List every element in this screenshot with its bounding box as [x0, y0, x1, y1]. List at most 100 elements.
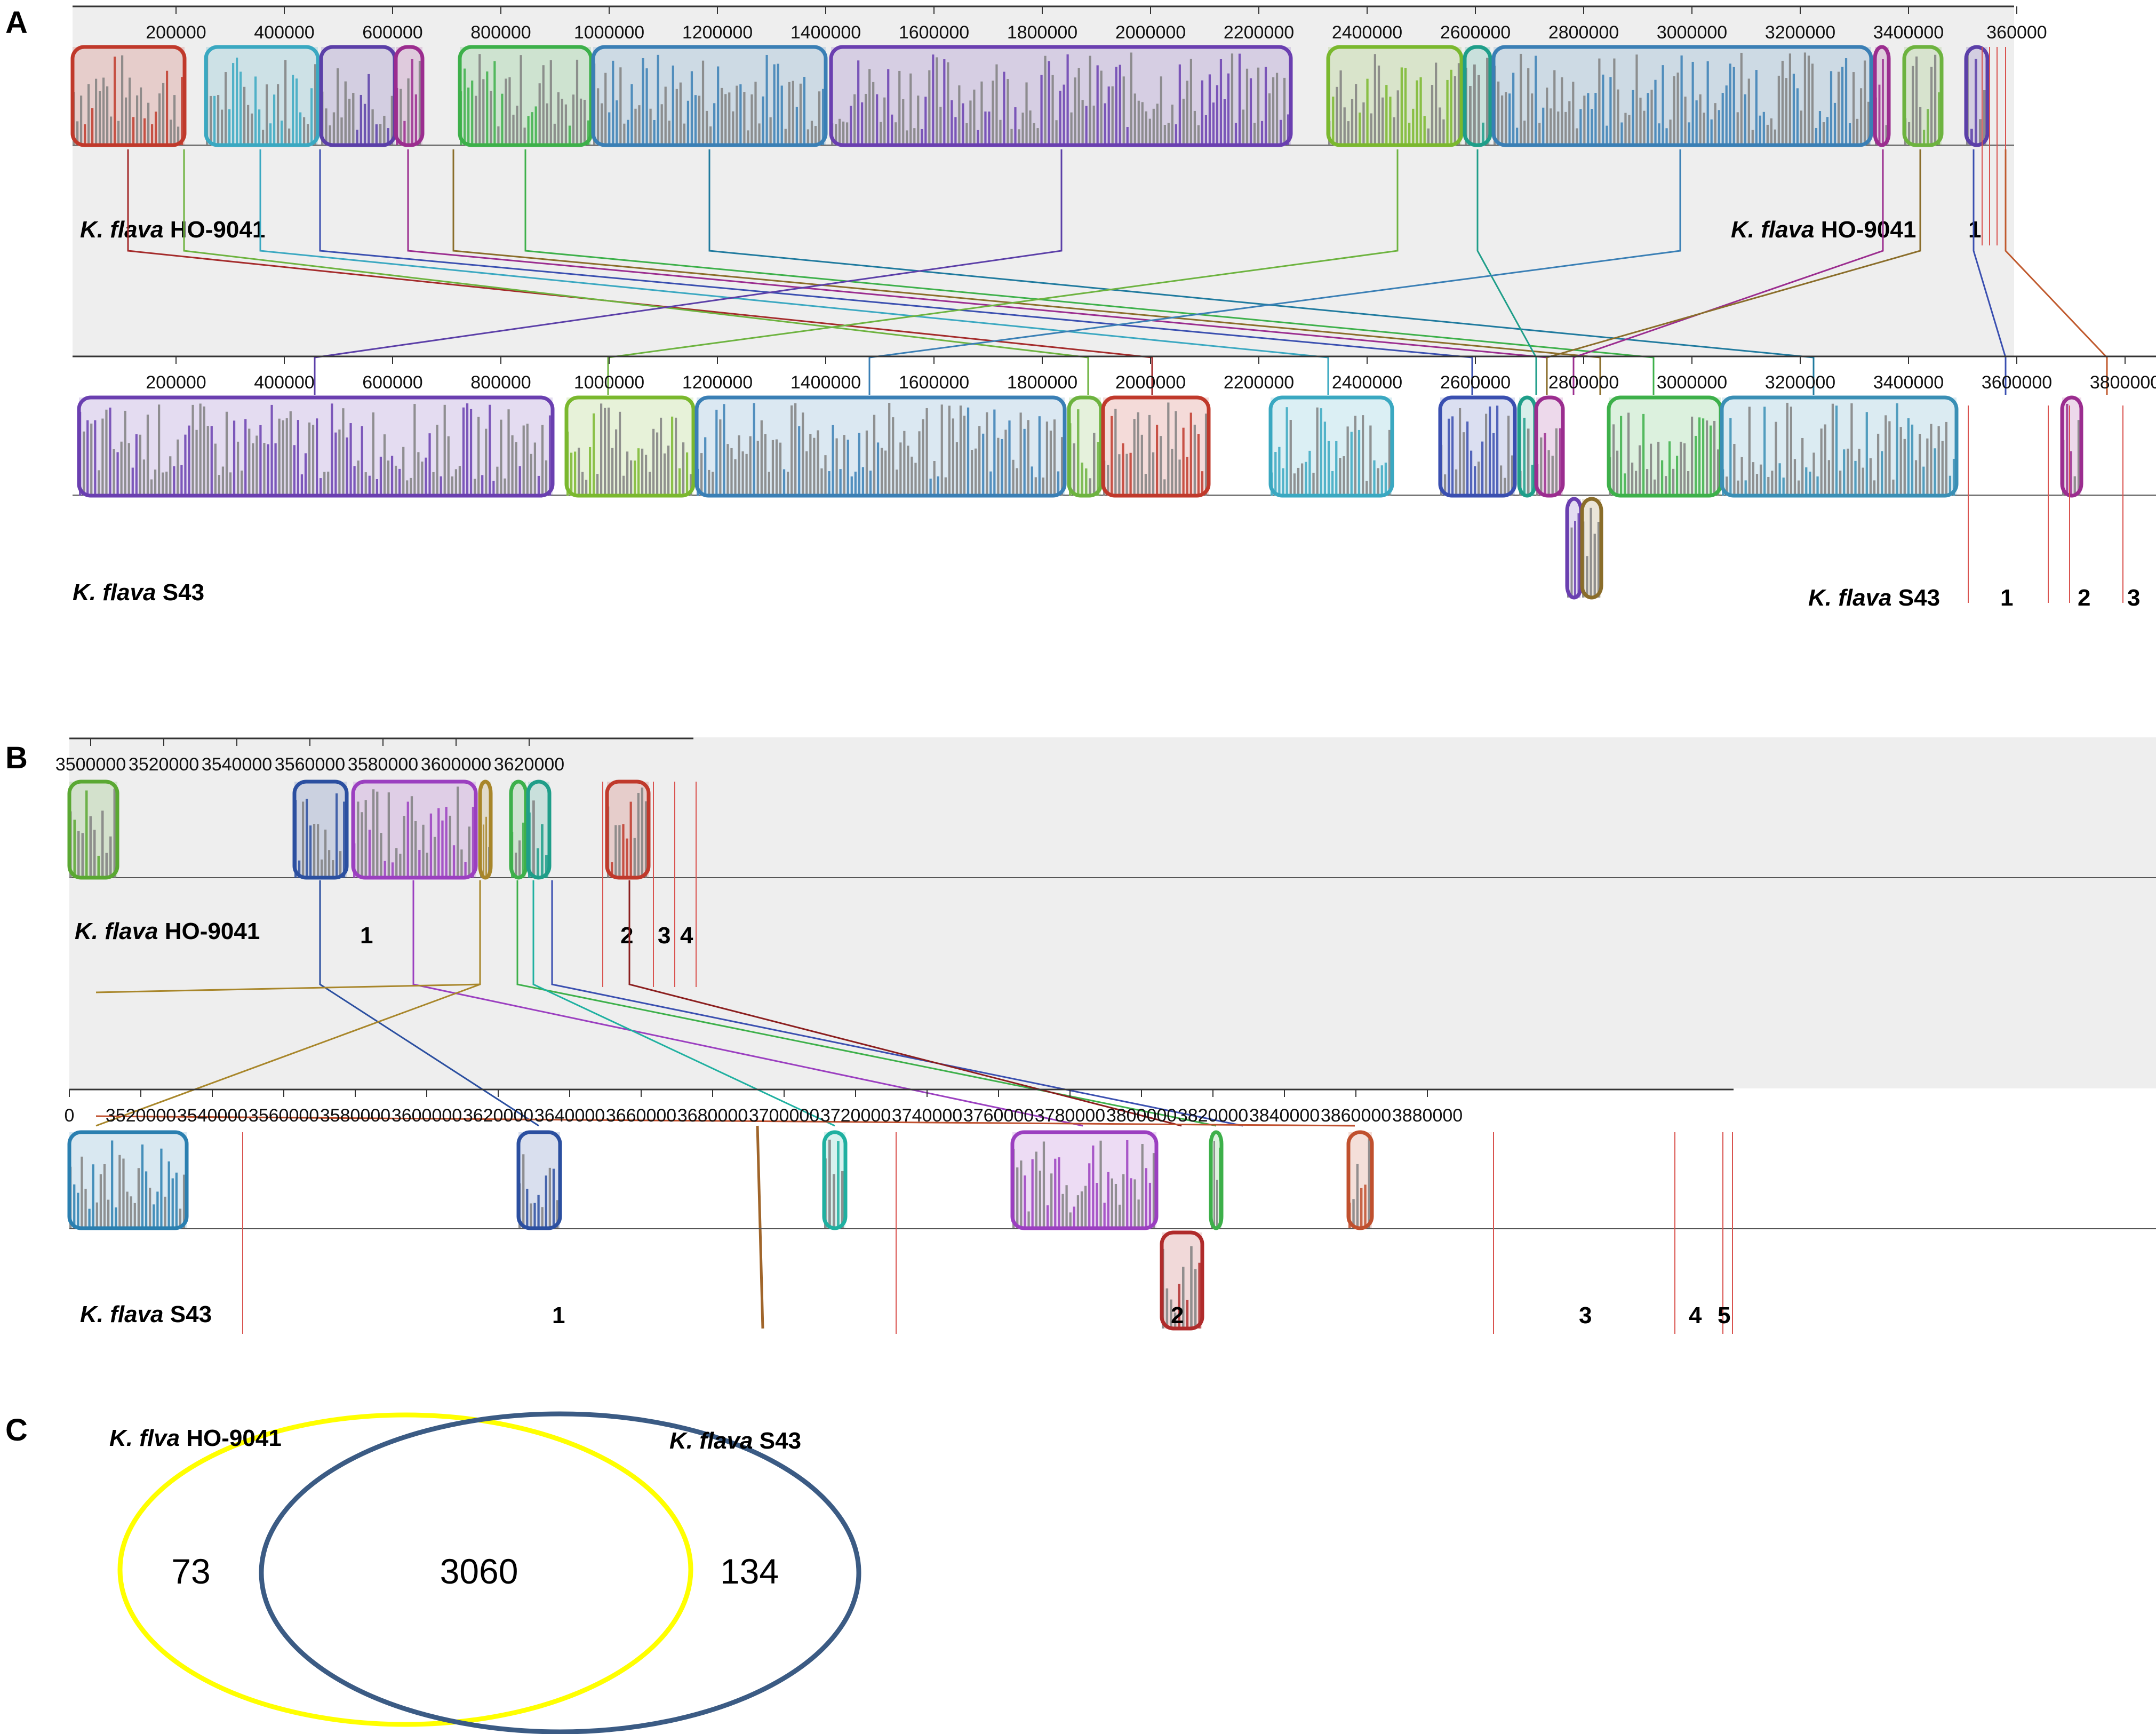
- lcb-block: [1607, 395, 1723, 498]
- ruler-tick-label: 3860000: [1321, 1105, 1391, 1126]
- ruler-tick-label: 3880000: [1392, 1105, 1463, 1126]
- b-bottom-marker-2: 2: [1171, 1302, 1184, 1329]
- lcb-block: [67, 779, 119, 880]
- b-top-marker-1: 1: [360, 922, 373, 949]
- ruler-tick-label: 3720000: [820, 1105, 891, 1126]
- ruler-tick-label: 2800000: [1548, 372, 1619, 393]
- lcb-block: [394, 45, 425, 147]
- ruler-tick-label: 3200000: [1765, 22, 1835, 43]
- venn-shared: 3060: [440, 1552, 518, 1591]
- lcb-block: [1720, 395, 1959, 498]
- lcb-block: [1010, 1130, 1159, 1230]
- ruler-tick-label: 2200000: [1224, 372, 1294, 393]
- ruler-tick-label: 3540000: [177, 1105, 247, 1126]
- ruler-tick-label: 360000: [1986, 22, 2047, 43]
- ruler-tick-label: 3660000: [606, 1105, 676, 1126]
- ruler-tick-label: 3840000: [1249, 1105, 1320, 1126]
- bottom-genome-label: K. flava S43: [73, 579, 204, 606]
- genome-comparison-figure: A 200000 400000 600000 800000 1000000 1200000…: [5, 5, 2156, 1734]
- lcb-block: [591, 45, 828, 147]
- lcb-block: [67, 1130, 189, 1230]
- ruler-tick-label: 3620000: [463, 1105, 533, 1126]
- lcb-block: [1463, 45, 1492, 147]
- ruler-tick-label: 3760000: [963, 1105, 1034, 1126]
- b-bottom-marker-4: 4: [1689, 1302, 1702, 1329]
- venn-label-s43: K. flava S43: [669, 1428, 801, 1454]
- panel-c-letter: C: [5, 1413, 28, 1447]
- ruler-tick-label: 3400000: [1873, 22, 1944, 43]
- ruler-tick-label: 400000: [254, 22, 314, 43]
- ruler-tick-label: 3520000: [106, 1105, 176, 1126]
- ruler-tick-label: 2800000: [1548, 22, 1619, 43]
- ruler-tick-label: 3540000: [202, 754, 272, 775]
- ruler-tick-label: 1600000: [899, 372, 969, 393]
- lcb-block: [1067, 395, 1103, 498]
- bottom-genome-right-label: K. flava S43: [1808, 585, 1940, 611]
- lcb-block: [1873, 45, 1891, 147]
- ruler-tick-label: 2400000: [1332, 22, 1402, 43]
- lcb-block: [319, 45, 397, 147]
- b-bottom-genome-ruler: 0 3520000 3540000 3560000 3580000 3600000 3620…: [65, 1089, 1463, 1126]
- panel-c: C K. flva HO-9041 K. flava S43 73 3060 1…: [5, 1411, 861, 1734]
- bottom-genome-marker-1: 1: [2000, 585, 2013, 611]
- venn-label-ho9041: K. flva HO-9041: [109, 1425, 282, 1451]
- lcb-block: [526, 779, 552, 880]
- lcb-block: [605, 779, 651, 880]
- ruler-tick-label: 800000: [470, 22, 531, 43]
- panel-b-letter: B: [5, 741, 28, 775]
- ruler-tick-label: 1800000: [1007, 22, 1077, 43]
- lcb-link: [756, 1125, 764, 1329]
- bottom-genome-marker-2: 2: [2078, 585, 2090, 611]
- ruler-tick-label: 0: [65, 1105, 75, 1126]
- panel-a-letter: A: [5, 5, 28, 40]
- ruler-tick-label: 2000000: [1115, 372, 1186, 393]
- ruler-tick-label: 3580000: [348, 754, 418, 775]
- b-bottom-marker-5: 5: [1718, 1302, 1730, 1329]
- ruler-tick-label: 1800000: [1007, 372, 1077, 393]
- lcb-block: [564, 395, 696, 498]
- ruler-tick-label: 3000000: [1657, 372, 1727, 393]
- top-genome-label: K. flava HO-9041: [80, 217, 265, 243]
- ruler-tick-label: 200000: [146, 372, 206, 393]
- ruler-tick-label: 800000: [470, 372, 531, 393]
- ruler-tick-label: 400000: [254, 372, 314, 393]
- venn-unique-s43: 134: [720, 1552, 779, 1591]
- ruler-tick-label: 2400000: [1332, 372, 1402, 393]
- b-bottom-marker-3: 3: [1579, 1302, 1592, 1329]
- lcb-block: [1517, 395, 1537, 498]
- b-bottom-genome-label: K. flava S43: [80, 1301, 212, 1327]
- ruler-tick-label: 1200000: [682, 22, 753, 43]
- ruler-tick-label: 2600000: [1440, 372, 1511, 393]
- ruler-tick-label: 3200000: [1765, 372, 1835, 393]
- lcb-block: [516, 1130, 562, 1230]
- ruler-tick-label: 1200000: [682, 372, 753, 393]
- panel-b: B 3500000 3520000 3540000 3560000 3580000 360…: [5, 737, 2156, 1334]
- b-top-genome-label: K. flava HO-9041: [75, 918, 260, 944]
- ruler-tick-label: 3600000: [421, 754, 491, 775]
- ruler-tick-label: 1600000: [899, 22, 969, 43]
- lcb-block: [509, 779, 528, 880]
- ruler-tick-label: 1400000: [790, 22, 861, 43]
- bottom-genome-ruler: 200000 400000 600000 800000 1000000 1200000 14…: [146, 356, 2156, 393]
- ruler-tick-label: 3400000: [1873, 372, 1944, 393]
- lcb-block-inverted: [1580, 497, 1603, 600]
- ruler-tick-label: 3560000: [249, 1105, 319, 1126]
- panel-a: A 200000 400000 600000 800000 1000000 1200000…: [5, 5, 2156, 611]
- lcb-block: [829, 45, 1293, 147]
- ruler-tick-label: 3820000: [1178, 1105, 1248, 1126]
- b-bottom-genome-lcb-blocks: [67, 1130, 1733, 1334]
- ruler-tick-label: 3500000: [55, 754, 126, 775]
- lcb-block-inverted: [1565, 497, 1583, 600]
- b-top-marker-3: 3: [658, 922, 670, 949]
- lcb-block: [292, 779, 349, 880]
- ruler-tick-label: 3800000: [1106, 1105, 1177, 1126]
- ruler-tick-label: 2000000: [1115, 22, 1186, 43]
- lcb-block: [694, 395, 1067, 498]
- ruler-tick-label: 3000000: [1657, 22, 1727, 43]
- ruler-tick-label: 600000: [362, 22, 422, 43]
- ruler-tick-label: 3640000: [534, 1105, 605, 1126]
- lcb-block: [1902, 45, 1944, 147]
- ruler-tick-label: 3740000: [892, 1105, 962, 1126]
- lcb-block: [1326, 45, 1464, 147]
- ruler-tick-label: 3560000: [275, 754, 345, 775]
